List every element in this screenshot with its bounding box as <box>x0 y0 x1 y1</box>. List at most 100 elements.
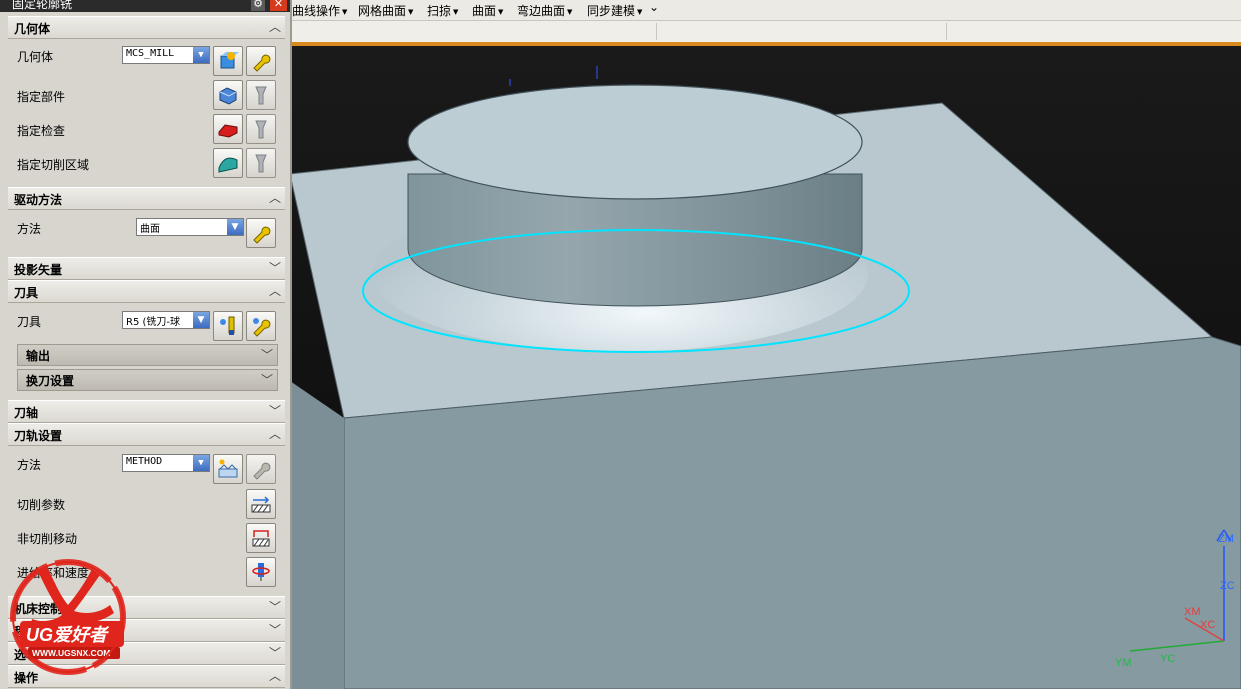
new-tool-button[interactable] <box>213 311 243 341</box>
edit-drive-button[interactable] <box>246 218 276 248</box>
chevron-up-icon: ︿ <box>268 427 281 441</box>
tool-select[interactable]: R5 (铣刀-球 ▼ <box>122 311 210 329</box>
dropdown-arrow-icon: ▼ <box>498 7 504 16</box>
dropdown-arrow-icon: ▼ <box>408 7 414 16</box>
edit-method-button[interactable] <box>246 454 276 484</box>
display-check-button[interactable] <box>246 114 276 144</box>
section-title: 投影矢量 <box>14 263 63 277</box>
non-cut-moves-icon <box>252 530 270 547</box>
menu-label: 同步建模 <box>587 4 636 18</box>
dropdown-arrow-icon: ▼ <box>342 7 348 16</box>
cut-area-label: 指定切削区域 <box>17 158 90 172</box>
check-geometry-icon <box>218 124 238 138</box>
non-cut-moves-button[interactable] <box>246 523 276 553</box>
edit-tool-button[interactable] <box>246 311 276 341</box>
tool-label: 刀具 <box>17 315 42 329</box>
menu-curve-ops[interactable]: 曲线操作 ▼ <box>292 2 347 19</box>
check-label: 指定检查 <box>17 124 66 138</box>
menu-label: 扫掠 <box>427 4 452 18</box>
dropdown-arrow-icon: ▼ <box>227 219 243 235</box>
cut-area-icon <box>218 157 238 173</box>
section-path-settings[interactable]: 刀轨设置 ︿ <box>8 423 285 446</box>
menu-flange-surface[interactable]: 弯边曲面 ▼ <box>517 2 572 19</box>
block-left-face <box>290 381 344 689</box>
section-tool[interactable]: 刀具 ︿ <box>8 280 285 303</box>
flashlight-icon <box>255 120 267 139</box>
menu-overflow[interactable]: ⌄ <box>649 0 659 14</box>
boss-top-face <box>407 84 863 200</box>
edit-geometry-button[interactable] <box>246 46 276 76</box>
ym-label: YM <box>1115 657 1132 669</box>
section-title: 刀轴 <box>14 406 39 420</box>
dropdown-arrow-icon: ▼ <box>637 7 643 16</box>
watermark-brand: UG爱好者 <box>26 625 110 645</box>
xc-label: XC <box>1200 619 1216 631</box>
menu-mesh-surface[interactable]: 网格曲面 ▼ <box>358 2 413 19</box>
chevron-up-icon: ︿ <box>268 20 281 34</box>
part-icon <box>219 87 237 105</box>
menu-label: 弯边曲面 <box>517 4 566 18</box>
feeds-speeds-button[interactable] <box>246 557 276 587</box>
section-geometry[interactable]: 几何体 ︿ <box>8 16 285 39</box>
display-part-button[interactable] <box>246 80 276 110</box>
yc-label: YC <box>1160 653 1176 665</box>
display-cut-area-button[interactable] <box>246 148 276 178</box>
select-value: R5 (铣刀-球 <box>126 317 180 328</box>
subsection-output[interactable]: 输出 ﹀ <box>17 344 278 366</box>
chevron-down-icon: ﹀ <box>268 623 281 637</box>
watermark-logo: UG爱好者 WWW.UGSNX.COM <box>8 555 130 680</box>
specify-cut-area-button[interactable] <box>213 148 243 178</box>
dialog-titlebar[interactable]: 固定轮廓铣 ⚙ ✕ <box>0 0 290 12</box>
select-value: 曲面 <box>140 224 160 235</box>
chevron-down-icon: ﹀ <box>260 373 273 387</box>
watermark-url: WWW.UGSNX.COM <box>32 648 110 658</box>
new-method-button[interactable] <box>213 454 243 484</box>
close-icon[interactable]: ✕ <box>270 0 287 11</box>
menu-label: 曲线操作 <box>292 4 341 18</box>
menu-sync-modeling[interactable]: 同步建模 ▼ <box>587 2 642 19</box>
graphics-viewport[interactable]: ZM ZC XM XC YM YC <box>290 46 1241 689</box>
dropdown-arrow-icon: ▼ <box>193 47 209 63</box>
new-geometry-button[interactable] <box>213 46 243 76</box>
dropdown-arrow-icon: ▼ <box>193 455 209 471</box>
section-tool-axis[interactable]: 刀轴 ﹀ <box>8 400 285 423</box>
method-label: 方法 <box>17 458 42 472</box>
chevron-up-icon: ︿ <box>268 284 281 298</box>
wrench-icon <box>253 54 271 72</box>
chevron-down-icon: ﹀ <box>268 600 281 614</box>
operation-dialog: 固定轮廓铣 ⚙ ✕ 几何体 ︿ 几何体 MCS_MILL ▼ 指定部件 指定检查… <box>0 0 292 689</box>
method-select[interactable]: METHOD ▼ <box>122 454 210 472</box>
cut-params-icon <box>251 496 271 513</box>
menu-sweep[interactable]: 扫掠 ▼ <box>427 2 458 19</box>
wrench-icon <box>253 318 271 337</box>
select-value: METHOD <box>126 456 163 467</box>
gear-icon[interactable]: ⚙ <box>251 0 265 11</box>
drive-method-select[interactable]: 曲面 ▼ <box>136 218 244 236</box>
chevron-down-icon: ﹀ <box>260 348 273 362</box>
chevron-up-icon: ︿ <box>268 669 281 683</box>
section-projection-vector[interactable]: 投影矢量 ﹀ <box>8 257 285 280</box>
wrench-icon <box>253 226 271 244</box>
flashlight-icon <box>255 86 267 105</box>
toolbar-strip <box>290 21 1241 43</box>
specify-check-button[interactable] <box>213 114 243 144</box>
subsection-tool-change[interactable]: 换刀设置 ﹀ <box>17 369 278 391</box>
menu-surface[interactable]: 曲面 ▼ <box>472 2 503 19</box>
subsection-title: 换刀设置 <box>26 374 75 388</box>
geometry-select[interactable]: MCS_MILL ▼ <box>122 46 210 64</box>
subsection-title: 输出 <box>26 349 51 363</box>
cut-params-button[interactable] <box>246 489 276 519</box>
menu-label: 曲面 <box>472 4 497 18</box>
chevron-up-icon: ︿ <box>268 191 281 205</box>
geometry-label: 几何体 <box>17 50 54 64</box>
specify-part-button[interactable] <box>213 80 243 110</box>
section-drive-method[interactable]: 驱动方法 ︿ <box>8 187 285 210</box>
zc-label: ZC <box>1220 580 1235 592</box>
non-cut-label: 非切削移动 <box>17 532 78 546</box>
chevron-down-icon: ﹀ <box>268 404 281 418</box>
menu-label: 网格曲面 <box>358 4 407 18</box>
xm-label: XM <box>1184 606 1201 618</box>
dropdown-arrow-icon: ▼ <box>453 7 459 16</box>
tool-icon <box>220 316 235 335</box>
wrench-icon <box>253 462 271 480</box>
